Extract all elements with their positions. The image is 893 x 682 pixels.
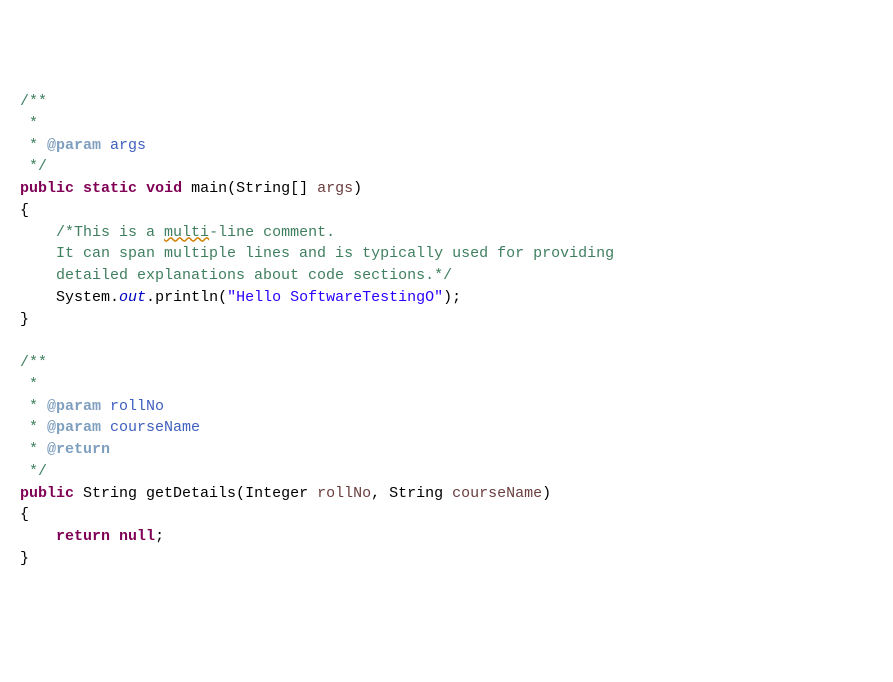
keyword-return: return bbox=[56, 528, 110, 545]
javadoc-tag-return: @return bbox=[47, 441, 110, 458]
keyword-public: public bbox=[20, 485, 74, 502]
keyword-static: static bbox=[83, 180, 137, 197]
javadoc-close: */ bbox=[20, 463, 47, 480]
paren-close: ) bbox=[353, 180, 362, 197]
class-system: System. bbox=[56, 289, 119, 306]
paren-open: ( bbox=[227, 180, 236, 197]
javadoc-open: /** bbox=[20, 354, 47, 371]
javadoc-line: * bbox=[20, 376, 38, 393]
var-rollno: rollNo bbox=[317, 485, 371, 502]
method-name-getdetails: getDetails bbox=[146, 485, 236, 502]
space bbox=[110, 528, 119, 545]
indent bbox=[20, 528, 56, 545]
type-string: String bbox=[74, 485, 146, 502]
javadoc-param-name: rollNo bbox=[101, 398, 164, 415]
javadoc-close: */ bbox=[20, 158, 47, 175]
javadoc-tag-param: @param bbox=[47, 398, 101, 415]
javadoc-param-name: args bbox=[101, 137, 146, 154]
paren-close-semi: ); bbox=[443, 289, 461, 306]
dot: . bbox=[146, 289, 155, 306]
javadoc-param-name: courseName bbox=[101, 419, 200, 436]
javadoc-line: * bbox=[20, 441, 47, 458]
brace-open: { bbox=[20, 506, 29, 523]
type-string: String bbox=[389, 485, 452, 502]
keyword-void: void bbox=[146, 180, 182, 197]
string-literal: "Hello SoftwareTestingO" bbox=[227, 289, 443, 306]
javadoc-line: * bbox=[20, 115, 38, 132]
type-integer: Integer bbox=[245, 485, 317, 502]
block-comment: detailed explanations about code section… bbox=[56, 267, 452, 284]
comma: , bbox=[371, 485, 389, 502]
brace-open: { bbox=[20, 202, 29, 219]
javadoc-open: /** bbox=[20, 93, 47, 110]
indent bbox=[20, 289, 56, 306]
paren-open: ( bbox=[236, 485, 245, 502]
brace-close: } bbox=[20, 550, 29, 567]
block-comment: It can span multiple lines and is typica… bbox=[56, 245, 614, 262]
method-name-main: main bbox=[182, 180, 227, 197]
field-out: out bbox=[119, 289, 146, 306]
code-block: /** * * @param args */ public static voi… bbox=[0, 87, 893, 574]
block-comment: -line comment. bbox=[209, 224, 335, 241]
javadoc-line: * bbox=[20, 398, 47, 415]
paren-close: ) bbox=[542, 485, 551, 502]
javadoc-line: * bbox=[20, 419, 47, 436]
javadoc-tag-param: @param bbox=[47, 419, 101, 436]
indent bbox=[20, 267, 56, 284]
indent bbox=[20, 245, 56, 262]
javadoc-line: * bbox=[20, 137, 47, 154]
block-comment-spell: multi bbox=[164, 224, 209, 241]
keyword-public: public bbox=[20, 180, 74, 197]
paren-open: ( bbox=[218, 289, 227, 306]
type-string-array: String[] bbox=[236, 180, 317, 197]
keyword-null: null bbox=[119, 528, 155, 545]
indent bbox=[20, 224, 56, 241]
var-coursename: courseName bbox=[452, 485, 542, 502]
block-comment: /*This is a bbox=[56, 224, 164, 241]
semicolon: ; bbox=[155, 528, 164, 545]
javadoc-tag-param: @param bbox=[47, 137, 101, 154]
brace-close: } bbox=[20, 311, 29, 328]
method-println: println bbox=[155, 289, 218, 306]
var-args: args bbox=[317, 180, 353, 197]
